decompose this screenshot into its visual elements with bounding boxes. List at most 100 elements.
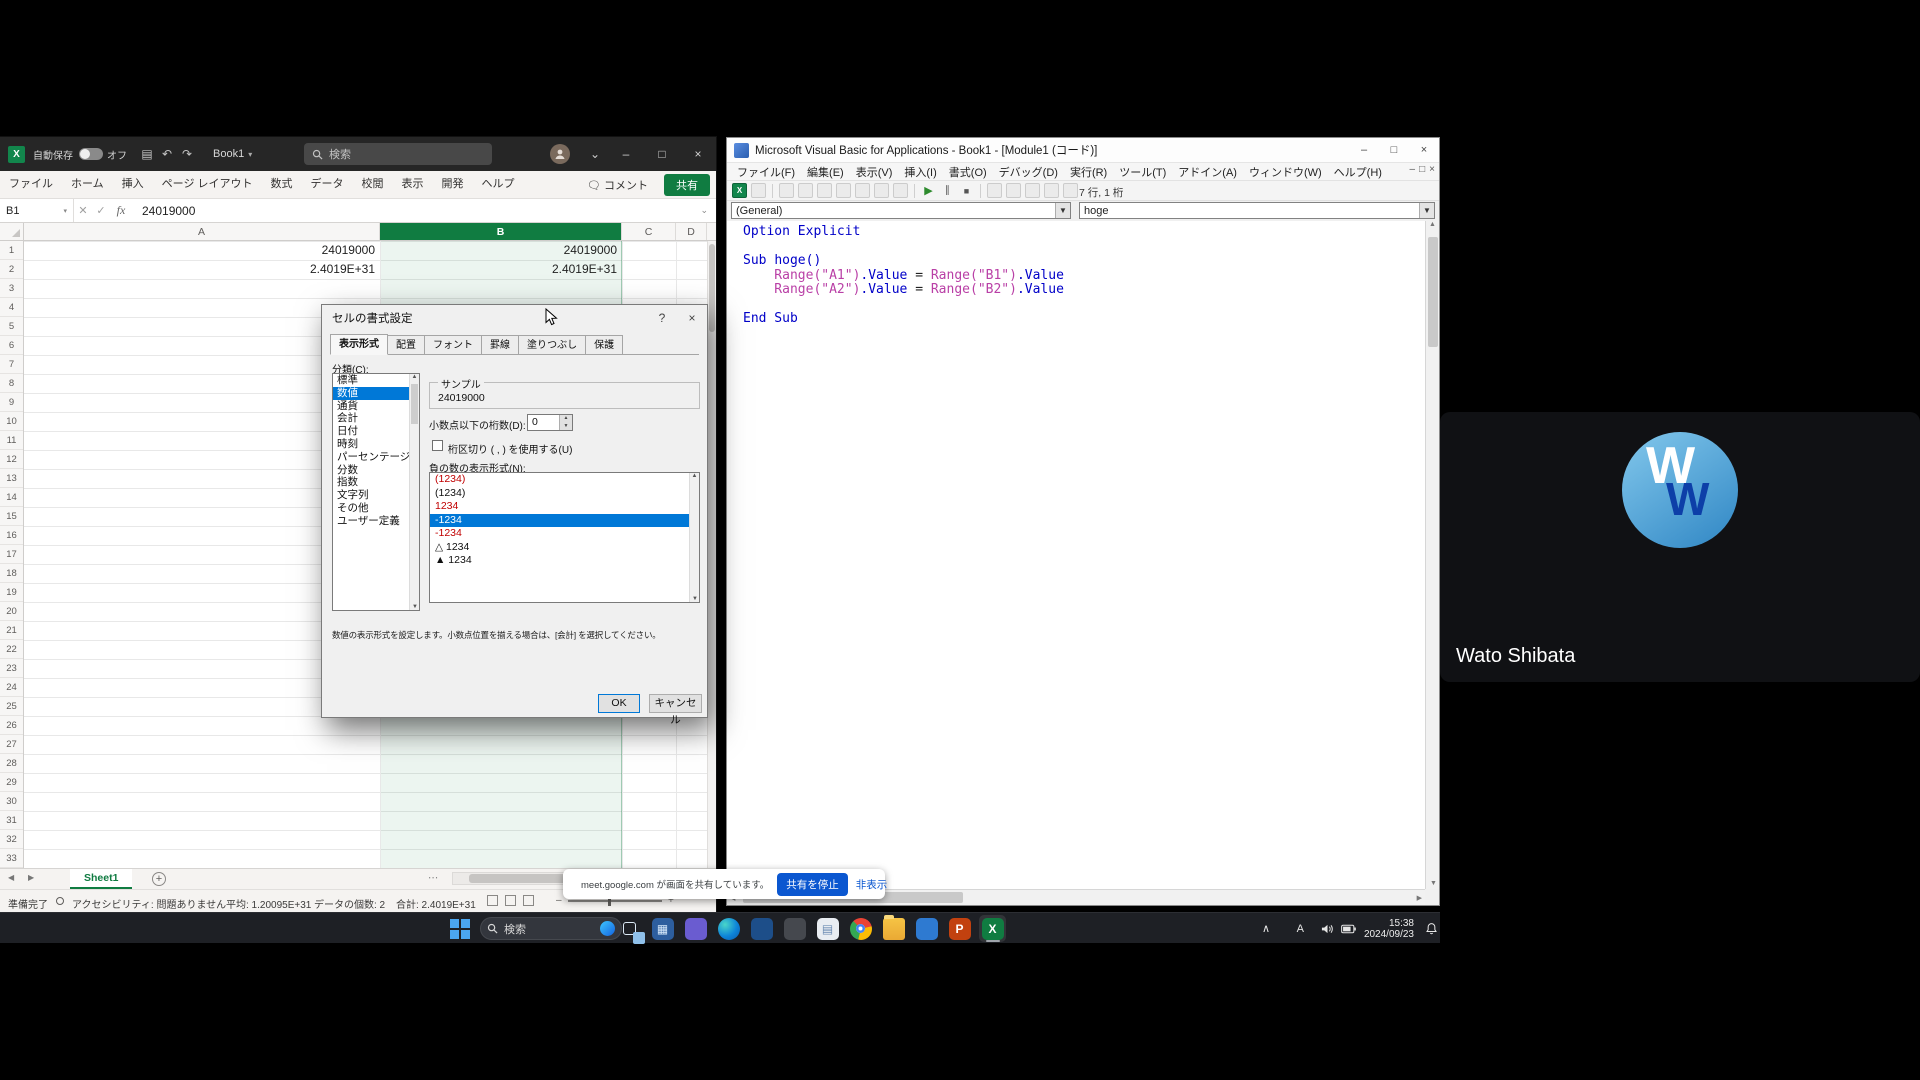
ribbon-tab-2[interactable]: 挿入 — [113, 171, 153, 198]
participant-tile[interactable]: W W Wato Shibata — [1440, 412, 1920, 682]
vba-menu-6[interactable]: 実行(R) — [1064, 164, 1113, 180]
vba-toolbar-run-icon[interactable]: ▶ — [921, 183, 936, 198]
row-header-4[interactable]: 4 — [0, 298, 23, 317]
category-item-11[interactable]: ユーザー定義 — [333, 515, 409, 528]
next-sheet-icon[interactable]: ▶ — [28, 873, 34, 882]
code-pane[interactable]: Option Explicit Sub hoge() Range("A1").V… — [727, 221, 1425, 889]
category-item-6[interactable]: パーセンテージ — [333, 451, 409, 464]
column-header-D[interactable]: D — [676, 223, 707, 240]
dialog-tab-5[interactable]: 保護 — [586, 335, 623, 355]
undo-icon[interactable]: ↶ — [157, 147, 177, 161]
hide-bar-link[interactable]: 非表示 — [856, 877, 888, 892]
negative-format-5[interactable]: △ 1234 — [430, 541, 689, 555]
vertical-scroll-thumb[interactable] — [709, 244, 715, 332]
row-header-12[interactable]: 12 — [0, 450, 23, 469]
category-scroll-thumb[interactable] — [411, 384, 418, 424]
vba-toolbar-reset-icon[interactable]: ■ — [959, 183, 974, 198]
dialog-tab-1[interactable]: 配置 — [388, 335, 425, 355]
ribbon-tab-9[interactable]: ヘルプ — [473, 171, 524, 198]
vba-toolbar-insert-icon[interactable] — [751, 183, 766, 198]
mdi-restore-icon[interactable]: □ — [1419, 164, 1425, 175]
vba-menu-8[interactable]: アドイン(A) — [1172, 164, 1243, 180]
vba-titlebar[interactable]: Microsoft Visual Basic for Applications … — [727, 138, 1439, 163]
row-header-31[interactable]: 31 — [0, 811, 23, 830]
ime-indicator[interactable]: A — [1291, 913, 1310, 944]
row-header-28[interactable]: 28 — [0, 754, 23, 773]
taskbar-app-app-purple[interactable] — [682, 915, 709, 942]
mdi-minimize-icon[interactable]: – — [1410, 164, 1416, 175]
vba-minimize-icon[interactable]: – — [1349, 138, 1379, 162]
category-item-9[interactable]: 文字列 — [333, 489, 409, 502]
ribbon-tab-7[interactable]: 表示 — [393, 171, 433, 198]
taskbar-app-edge-browser[interactable] — [715, 915, 742, 942]
stop-sharing-button[interactable]: 共有を停止 — [777, 873, 848, 896]
taskbar-app-app-blue[interactable] — [913, 915, 940, 942]
sheet-vertical-scrollbar[interactable] — [707, 241, 716, 868]
row-header-14[interactable]: 14 — [0, 488, 23, 507]
ribbon-tab-0[interactable]: ファイル — [0, 171, 62, 198]
category-list-scrollbar[interactable]: ▲▼ — [409, 374, 419, 610]
status-accessibility[interactable]: アクセシビリティ: 問題ありません — [72, 896, 226, 911]
vba-toolbar-object-browser-icon[interactable] — [1044, 183, 1059, 198]
column-header-B[interactable]: B — [380, 223, 622, 240]
vba-toolbar-cut-icon[interactable] — [798, 183, 813, 198]
negative-format-6[interactable]: ▲ 1234 — [430, 554, 689, 568]
row-header-1[interactable]: 1 — [0, 241, 23, 260]
row-header-15[interactable]: 15 — [0, 507, 23, 526]
taskbar-app-file-explorer[interactable] — [880, 915, 907, 942]
titlebar-search-box[interactable]: 検索 — [304, 143, 492, 165]
vba-toolbar-project-explorer-icon[interactable] — [1006, 183, 1021, 198]
negative-format-4[interactable]: -1234 — [430, 527, 689, 541]
row-header-19[interactable]: 19 — [0, 583, 23, 602]
vba-toolbar-find-icon[interactable] — [855, 183, 870, 198]
ribbon-tab-3[interactable]: ページ レイアウト — [153, 171, 262, 198]
minimize-icon[interactable]: – — [608, 137, 644, 171]
vba-toolbar-paste-icon[interactable] — [836, 183, 851, 198]
object-dropdown[interactable]: (General) ▼ — [731, 202, 1071, 219]
negative-format-2[interactable]: 1234 — [430, 500, 689, 514]
row-header-5[interactable]: 5 — [0, 317, 23, 336]
cell-A2[interactable]: 2.4019E+31 — [24, 260, 380, 279]
taskbar-app-excel[interactable]: X — [979, 915, 1006, 942]
decimal-spinner[interactable]: 0 ▲▼ — [527, 414, 573, 431]
vba-menu-9[interactable]: ウィンドウ(W) — [1243, 164, 1328, 180]
normal-view-icon[interactable] — [487, 895, 498, 906]
ribbon-tab-6[interactable]: 校閲 — [353, 171, 393, 198]
spinner-down-icon[interactable]: ▼ — [560, 423, 572, 431]
ribbon-tab-8[interactable]: 開発 — [433, 171, 473, 198]
formula-bar-value[interactable]: 24019000 — [142, 204, 195, 218]
ribbon-tab-5[interactable]: データ — [302, 171, 353, 198]
vba-toolbar-toolbox-icon[interactable] — [1063, 183, 1078, 198]
thousands-separator-checkbox[interactable] — [432, 440, 443, 451]
spinner-up-icon[interactable]: ▲ — [560, 415, 572, 423]
confirm-entry-icon[interactable]: ✓ — [92, 204, 110, 217]
vba-toolbar-copy-icon[interactable] — [817, 183, 832, 198]
row-header-21[interactable]: 21 — [0, 621, 23, 640]
vba-menu-3[interactable]: 挿入(I) — [898, 164, 942, 180]
category-item-0[interactable]: 標準 — [333, 374, 409, 387]
ribbon-tab-1[interactable]: ホーム — [62, 171, 113, 198]
procedure-dropdown[interactable]: hoge ▼ — [1079, 202, 1435, 219]
category-list[interactable]: 標準数値通貨会計日付時刻パーセンテージ分数指数文字列その他ユーザー定義 ▲▼ — [332, 373, 420, 611]
taskbar-app-chrome-browser[interactable] — [847, 915, 874, 942]
row-header-23[interactable]: 23 — [0, 659, 23, 678]
dialog-help-icon[interactable]: ? — [647, 305, 677, 331]
row-header-11[interactable]: 11 — [0, 431, 23, 450]
negative-format-0[interactable]: (1234) — [430, 473, 689, 487]
vba-toolbar-save-icon[interactable] — [779, 183, 794, 198]
cancel-button[interactable]: キャンセル — [649, 694, 702, 713]
formula-bar-expand-icon[interactable]: ⌄ — [700, 205, 708, 216]
page-layout-view-icon[interactable] — [505, 895, 516, 906]
object-dropdown-caret-icon[interactable]: ▼ — [1055, 203, 1070, 218]
row-header-13[interactable]: 13 — [0, 469, 23, 488]
vba-maximize-icon[interactable]: □ — [1379, 138, 1409, 162]
vba-close-icon[interactable]: × — [1409, 138, 1439, 162]
taskbar-app-task-view[interactable] — [616, 915, 643, 942]
row-header-9[interactable]: 9 — [0, 393, 23, 412]
ribbon-tab-4[interactable]: 数式 — [262, 171, 302, 198]
row-header-8[interactable]: 8 — [0, 374, 23, 393]
row-header-30[interactable]: 30 — [0, 792, 23, 811]
vba-toolbar-view-excel-icon[interactable]: X — [732, 183, 747, 198]
taskbar-app-app-navy[interactable] — [748, 915, 775, 942]
dialog-tab-3[interactable]: 罫線 — [482, 335, 519, 355]
